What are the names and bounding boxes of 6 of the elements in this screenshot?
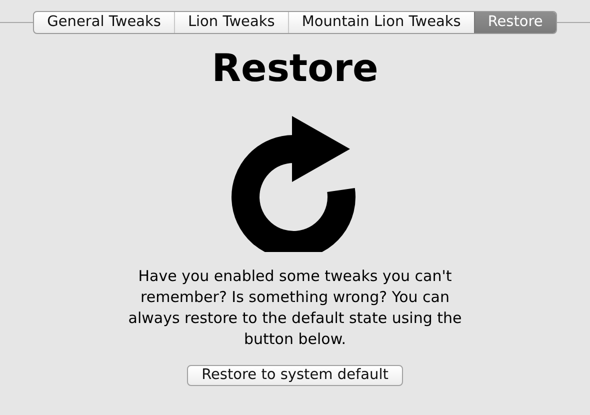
tab[interactable]: Restore [474,12,556,33]
description-text: Have you enabled some tweaks you can't remember? Is something wrong? You can always restore to the default state using the button below. [127,266,463,350]
tab[interactable]: General Tweaks [34,12,174,33]
page-heading: Restore [212,48,378,90]
restore-button[interactable]: Restore to system default [186,364,404,386]
tab[interactable]: Lion Tweaks [174,12,288,33]
